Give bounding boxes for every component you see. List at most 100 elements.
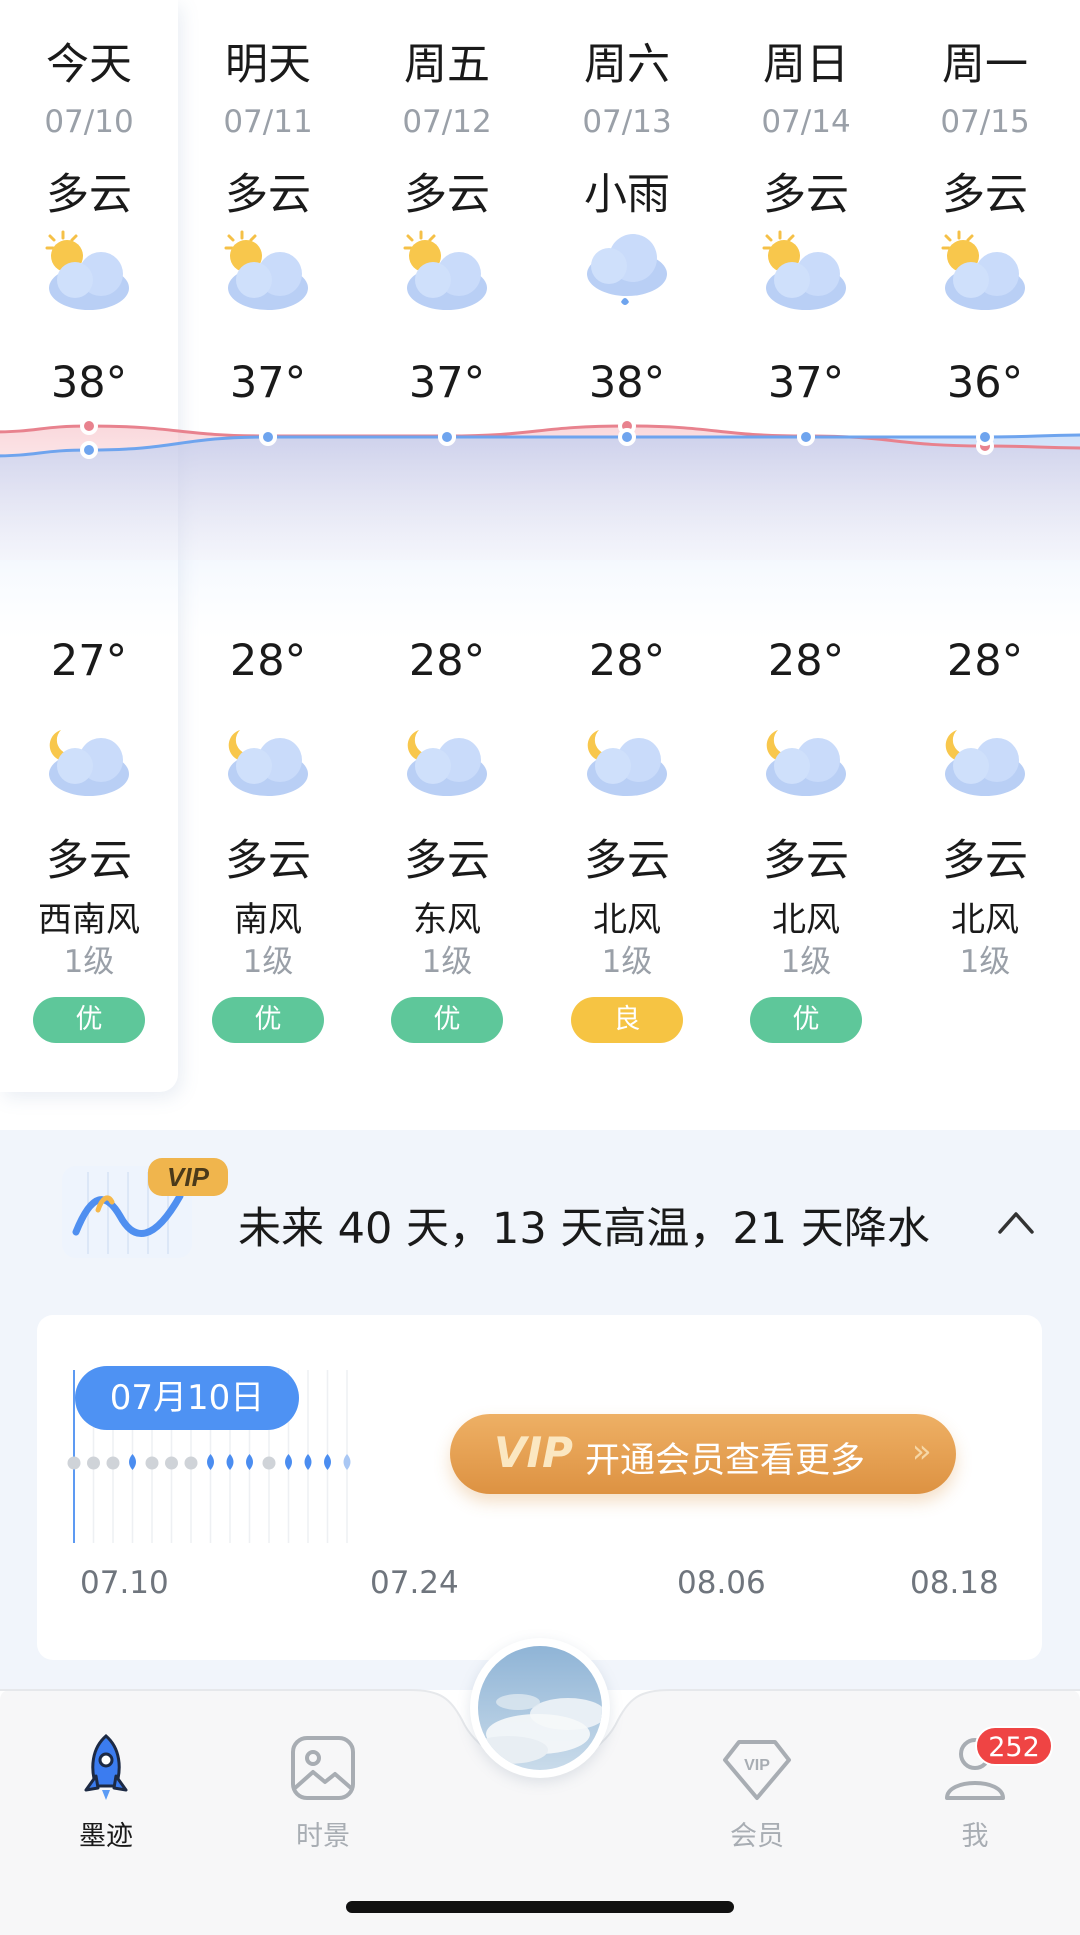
tab-label: 会员	[730, 1821, 784, 1852]
low-temp: 28°	[946, 636, 1024, 686]
forecast-day-3[interactable]: 周六 07/13 小雨 38° 28° 多云 北风 1级良	[537, 0, 717, 1092]
day-name: 周五	[404, 40, 490, 90]
selected-date-pill[interactable]: 07月10日	[75, 1366, 299, 1430]
tab-label: 时景	[296, 1821, 350, 1852]
day-name: 明天	[225, 40, 311, 90]
aqi-badge[interactable]: 优	[212, 997, 324, 1043]
wind-direction: 西南风	[38, 900, 140, 940]
day-date: 07/15	[940, 104, 1030, 140]
high-temp: 37°	[767, 358, 845, 408]
high-temp: 37°	[408, 358, 486, 408]
sky-photo-icon	[478, 1646, 602, 1770]
vip-mark: VIP	[494, 1428, 573, 1477]
precip-rain-mark-3	[129, 1454, 136, 1470]
precip-rain-mark-11	[285, 1454, 292, 1470]
wind-direction: 北风	[593, 900, 661, 940]
axis-label-start: 07.10	[80, 1565, 169, 1601]
night-condition: 多云	[225, 836, 311, 886]
tab-label: 我	[961, 1821, 989, 1852]
precip-rain-mark-12	[304, 1454, 312, 1470]
day-name: 周日	[763, 40, 849, 90]
precip-rain-mark-8	[226, 1454, 234, 1470]
axis-label-end: 08.18	[910, 1565, 999, 1601]
day-condition: 多云	[225, 170, 311, 220]
precip-dry-mark-1	[87, 1456, 100, 1470]
low-temp: 28°	[229, 636, 307, 686]
forecast-day-2[interactable]: 周五 07/12 多云 37° 28° 多云 东风 1级优	[357, 0, 537, 1092]
precip-rain-mark-14	[343, 1454, 351, 1470]
vip-diamond-icon: VIP	[723, 1740, 791, 1800]
night-condition: 多云	[404, 836, 490, 886]
day-condition: 多云	[763, 170, 849, 220]
precip-dry-mark-4	[145, 1456, 159, 1470]
precip-rain-mark-9	[246, 1454, 253, 1470]
night-condition: 多云	[942, 836, 1028, 886]
open-vip-button[interactable]: VIP 开通会员查看更多 »	[450, 1414, 956, 1494]
day-date: 07/10	[44, 104, 134, 140]
wind-level: 1级	[242, 944, 294, 980]
partly-cloudy-night-icon	[577, 712, 677, 802]
wind-level: 1级	[780, 944, 832, 980]
wind-level: 1级	[63, 944, 115, 980]
high-temp: 38°	[50, 358, 128, 408]
center-weather-scene-button[interactable]	[470, 1638, 610, 1778]
day-condition: 多云	[404, 170, 490, 220]
partly-cloudy-day-icon	[39, 226, 139, 316]
day-date: 07/11	[223, 104, 313, 140]
precip-rain-mark-13	[324, 1454, 331, 1470]
day-date: 07/13	[582, 104, 672, 140]
rocket-icon	[84, 1734, 128, 1800]
wind-level: 1级	[601, 944, 653, 980]
tab-label: 墨迹	[79, 1821, 133, 1852]
aqi-badge[interactable]: 良	[571, 997, 683, 1043]
partly-cloudy-day-icon	[756, 226, 856, 316]
partly-cloudy-night-icon	[756, 712, 856, 802]
picture-icon	[291, 1736, 355, 1800]
precip-dry-mark-6	[184, 1456, 198, 1470]
partly-cloudy-day-icon	[218, 226, 318, 316]
partly-cloudy-day-icon	[397, 226, 497, 316]
night-condition: 多云	[584, 836, 670, 886]
partly-cloudy-night-icon	[39, 712, 139, 802]
day-name: 今天	[46, 40, 132, 90]
forecast-day-0[interactable]: 今天 07/10 多云 38° 27° 多云 西南风 1级优	[0, 0, 179, 1092]
low-temp: 28°	[408, 636, 486, 686]
aqi-badge[interactable]: 优	[750, 997, 862, 1043]
forty-day-summary[interactable]: 未来 40 天，13 天高温，21 天降水	[238, 1194, 930, 1256]
vip-trend-icon[interactable]: VIP	[58, 1158, 228, 1268]
notification-badge: 252	[975, 1726, 1053, 1766]
precip-dry-mark-0	[67, 1456, 81, 1470]
precip-dry-mark-10	[262, 1456, 276, 1470]
forecast-day-1[interactable]: 明天 07/11 多云 37° 28° 多云 南风 1级优	[178, 0, 358, 1092]
open-vip-label: 开通会员查看更多	[585, 1441, 866, 1481]
partly-cloudy-day-icon	[935, 226, 1035, 316]
wind-direction: 南风	[234, 900, 302, 940]
precip-rain-mark-7	[207, 1454, 214, 1470]
aqi-badge[interactable]: 优	[33, 997, 145, 1043]
forecast-section: 今天 07/10 多云 38° 27° 多云西南风 1级优 明天 07/11 多云 37° 28° 多云…	[0, 0, 1080, 1130]
double-chevron-right-icon: »	[912, 1432, 932, 1470]
high-temp: 38°	[588, 358, 666, 408]
chevron-up-icon[interactable]	[996, 1208, 1036, 1236]
axis-label-2: 07.24	[370, 1565, 459, 1601]
precip-dry-mark-2	[106, 1456, 120, 1470]
axis-label-3: 08.06	[677, 1565, 766, 1601]
wind-direction: 北风	[951, 900, 1019, 940]
night-condition: 多云	[763, 836, 849, 886]
wind-direction: 北风	[772, 900, 840, 940]
aqi-badge[interactable]: 优	[391, 997, 503, 1043]
forecast-day-5[interactable]: 周一 07/15 多云 36° 28° 多云 北风 1级	[895, 0, 1075, 1092]
forecast-day-4[interactable]: 周日 07/14 多云 37° 28° 多云 北风 1级优	[716, 0, 896, 1092]
partly-cloudy-night-icon	[935, 712, 1035, 802]
day-condition: 小雨	[584, 170, 670, 220]
partly-cloudy-night-icon	[218, 712, 318, 802]
tab-moji[interactable]: 墨迹	[31, 1726, 181, 1856]
partly-cloudy-night-icon	[397, 712, 497, 802]
tab-scenes[interactable]: 时景	[248, 1726, 398, 1856]
day-date: 07/14	[761, 104, 851, 140]
day-condition: 多云	[46, 170, 132, 220]
tab-vip[interactable]: VIP 会员	[682, 1726, 832, 1856]
wind-direction: 东风	[413, 900, 481, 940]
low-temp: 27°	[50, 636, 128, 686]
wind-level: 1级	[959, 944, 1011, 980]
